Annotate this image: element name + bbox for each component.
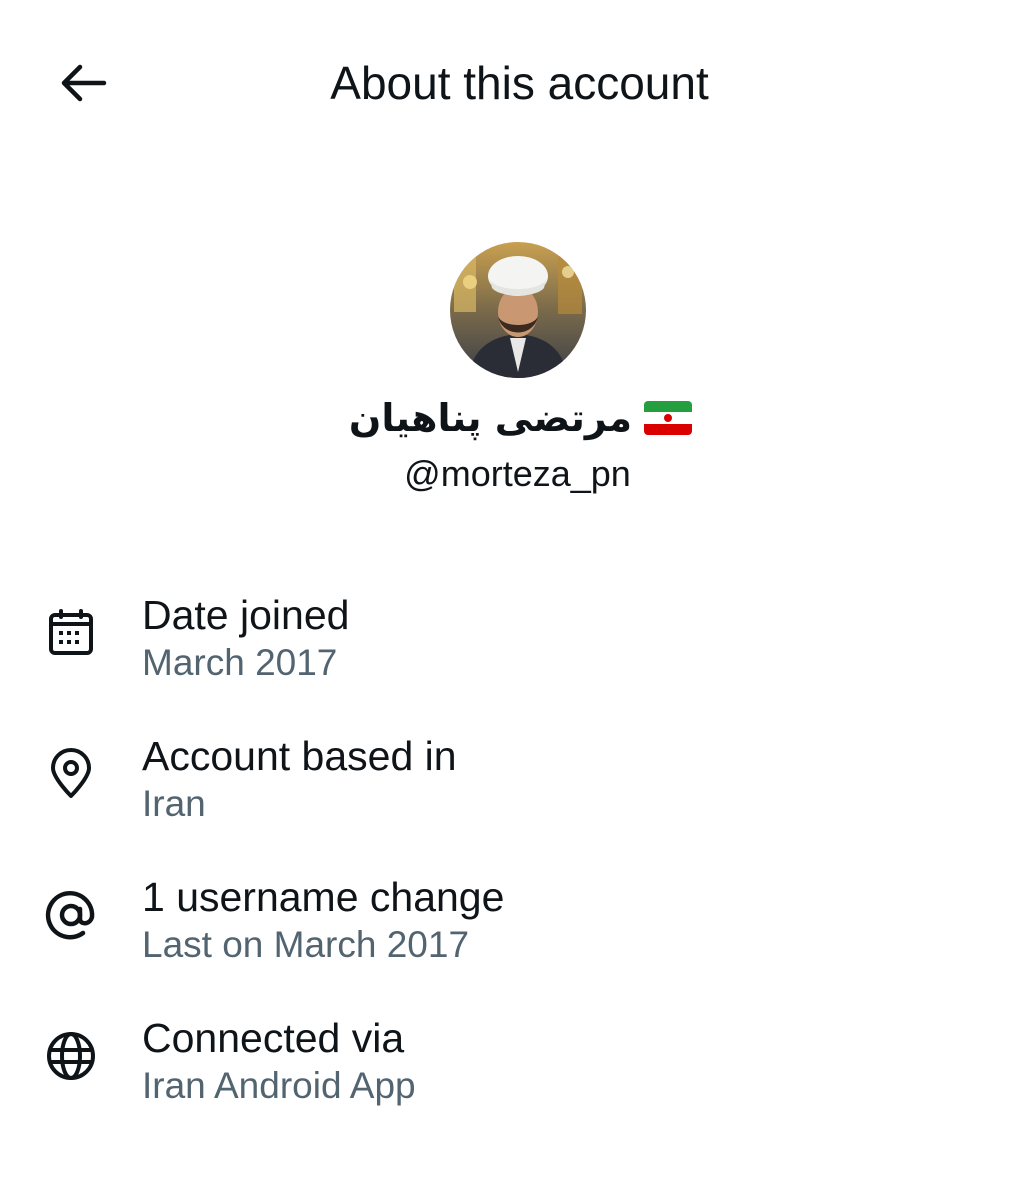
globe-icon — [42, 1027, 100, 1085]
info-label: 1 username change — [142, 874, 505, 920]
avatar[interactable] — [449, 242, 586, 378]
page-title: About this account — [330, 57, 709, 109]
info-value: Last on March 2017 — [142, 924, 470, 965]
display-name-row: مرتضی پناهیان — [0, 390, 1035, 446]
info-row-username-changes: 1 username change Last on March 2017 — [0, 864, 1035, 1005]
info-row-connected-via: Connected via Iran Android App — [0, 1005, 1035, 1146]
user-handle: @morteza_pn — [404, 453, 631, 494]
info-row-account-location: Account based in Iran — [0, 723, 1035, 864]
calendar-icon — [42, 604, 100, 662]
info-value: Iran Android App — [142, 1065, 416, 1106]
account-info-list: Date joined March 2017 Account based in … — [0, 582, 1035, 1146]
top-bar: About this account — [0, 0, 1035, 165]
at-sign-icon — [42, 886, 100, 944]
profile-summary: مرتضی پناهیان @morteza_pn — [0, 242, 1035, 496]
info-value: Iran — [142, 783, 206, 824]
info-row-date-joined: Date joined March 2017 — [0, 582, 1035, 723]
info-label: Account based in — [142, 733, 457, 779]
avatar-photo — [449, 242, 586, 378]
info-label: Date joined — [142, 592, 350, 638]
info-label: Connected via — [142, 1015, 405, 1061]
location-pin-icon — [42, 745, 100, 803]
iran-flag-icon — [644, 401, 693, 435]
display-name: مرتضی پناهیان — [348, 396, 633, 440]
info-value: March 2017 — [142, 642, 338, 683]
